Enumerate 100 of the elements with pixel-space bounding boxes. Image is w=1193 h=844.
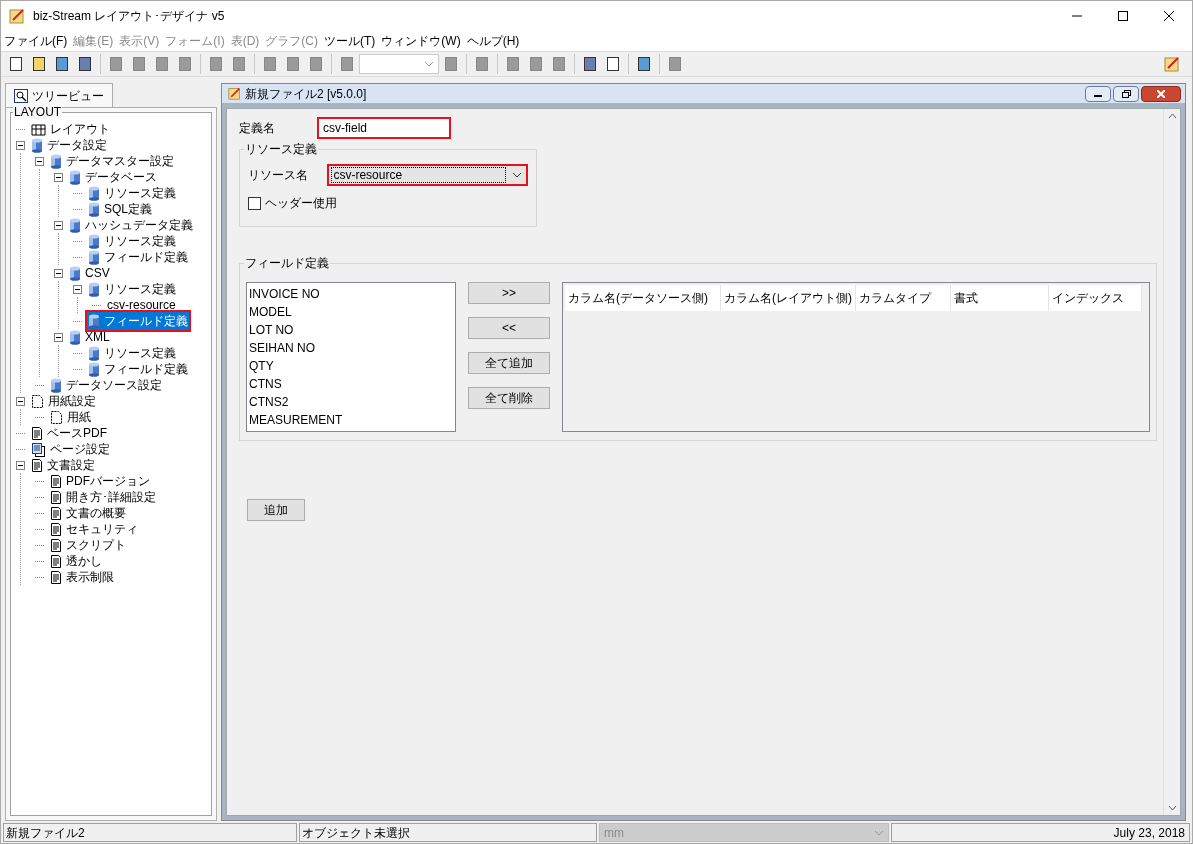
list-item[interactable]: QTY	[249, 357, 453, 375]
toolbar-icon	[285, 56, 301, 72]
minimize-button[interactable]	[1085, 85, 1111, 102]
toolbar-icon	[177, 56, 193, 72]
definition-name-field[interactable]: csv-field	[317, 117, 451, 139]
app-logo-icon	[9, 8, 25, 24]
database-icon	[88, 185, 100, 201]
tree-item[interactable]: フィールド定義	[87, 312, 189, 330]
toolbar-icon	[505, 56, 521, 72]
page-icon	[50, 409, 63, 425]
resource-name-dropdown[interactable]: csv-resource	[327, 164, 528, 186]
tree-item[interactable]: データ設定	[30, 136, 108, 154]
tree-item[interactable]: CSV	[68, 264, 111, 282]
header-checkbox-label: ヘッダー使用	[265, 195, 337, 212]
toolbar-icon	[31, 56, 47, 72]
transfer-button[interactable]: 全て追加	[468, 352, 550, 374]
toolbar-icon	[667, 56, 683, 72]
list-item[interactable]: MODEL	[249, 303, 453, 321]
tree-item[interactable]: リソース定義	[87, 184, 177, 202]
restore-icon	[1121, 89, 1131, 98]
transfer-button[interactable]: 全て削除	[468, 387, 550, 409]
database-icon	[88, 249, 100, 265]
collapse-toggle[interactable]	[73, 284, 82, 294]
chevron-down-icon	[512, 172, 522, 178]
database-icon	[88, 201, 100, 217]
list-item[interactable]: CTNS	[249, 375, 453, 393]
toolbar-icon	[54, 56, 70, 72]
toolbar-icon	[262, 56, 278, 72]
group-title: リソース定義	[244, 142, 318, 156]
column-header[interactable]: カラム名(レイアウト側)	[721, 285, 856, 311]
toolbar-icon	[231, 56, 247, 72]
transfer-button[interactable]: >>	[468, 282, 550, 304]
list-item[interactable]: CTNS2	[249, 393, 453, 411]
tree-item[interactable]: SQL定義	[87, 200, 153, 218]
scroll-up-icon	[1167, 113, 1177, 119]
tree-item[interactable]: データベース	[68, 168, 158, 186]
menu-item[interactable]: ヘルプ(H)	[463, 32, 523, 50]
close-button[interactable]	[1141, 85, 1181, 102]
vertical-scrollbar[interactable]	[1163, 109, 1180, 815]
collapse-toggle[interactable]	[54, 220, 63, 230]
list-item[interactable]: MEASUREMENT	[249, 411, 453, 429]
tree-item[interactable]: XML	[68, 328, 111, 346]
tree-item[interactable]: 用紙設定	[30, 392, 97, 410]
page-icon	[31, 393, 44, 409]
document-icon	[50, 505, 62, 521]
column-header[interactable]: 書式	[951, 285, 1049, 311]
menu-item[interactable]: ツール(T)	[321, 32, 379, 50]
tree-item[interactable]: データマスター設定	[49, 152, 175, 170]
tree-item[interactable]: データソース設定	[49, 376, 163, 394]
menu-item[interactable]: ファイル(F)	[1, 32, 71, 50]
database-icon	[69, 329, 81, 345]
collapse-toggle[interactable]	[16, 140, 25, 150]
collapse-toggle[interactable]	[54, 332, 63, 342]
document-logo-icon	[228, 87, 241, 100]
collapse-toggle[interactable]	[16, 396, 25, 406]
tree-item[interactable]: 表示制限	[49, 568, 115, 586]
tree-item[interactable]: フィールド定義	[87, 248, 189, 266]
table-icon	[31, 122, 46, 136]
document-icon	[50, 537, 62, 553]
column-header[interactable]: カラムタイプ	[856, 285, 951, 311]
toolbar-icon	[528, 56, 544, 72]
collapse-toggle[interactable]	[54, 268, 63, 278]
tree-item[interactable]: リソース定義	[87, 280, 177, 298]
header-checkbox[interactable]	[248, 196, 261, 210]
tree-item[interactable]: PDFバージョン	[49, 472, 151, 490]
list-item[interactable]: LOT NO	[249, 321, 453, 339]
tree-item[interactable]: 開き方･詳細設定	[49, 488, 157, 506]
tree-item[interactable]: リソース定義	[87, 232, 177, 250]
status-file: 新規ファイル2	[3, 823, 297, 842]
chevron-down-icon	[874, 829, 884, 836]
source-field-list[interactable]: INVOICE NO MODEL LOT NO SEIHAN NO QTY CTNS CTNS2 MEASUREMENT	[246, 282, 456, 432]
tree-view-tab[interactable]: ツリービュー	[5, 83, 113, 107]
list-item[interactable]: INVOICE NO	[249, 285, 453, 303]
tree-item[interactable]: 用紙	[49, 408, 92, 426]
tree-item[interactable]: ハッシュデータ定義	[68, 216, 194, 234]
database-icon	[88, 361, 100, 377]
restore-button[interactable]	[1113, 85, 1139, 102]
column-header[interactable]: インデックス	[1049, 285, 1142, 311]
column-header[interactable]: カラム名(データソース側)	[565, 285, 721, 311]
tree-item[interactable]: フィールド定義	[87, 360, 189, 378]
transfer-button[interactable]: <<	[468, 317, 550, 339]
menu-item[interactable]: ウィンドウ(W)	[378, 32, 464, 50]
list-item[interactable]: SEIHAN NO	[249, 339, 453, 357]
tree-item[interactable]: ページ設定	[30, 440, 111, 458]
tree-item[interactable]: スクリプト	[49, 536, 127, 554]
collapse-toggle[interactable]	[16, 460, 25, 470]
tree-item[interactable]: 文書設定	[30, 456, 96, 474]
tree-item[interactable]: 透かし	[49, 552, 103, 570]
tree-item[interactable]: レイアウト	[30, 120, 111, 138]
add-button[interactable]: 追加	[247, 499, 305, 521]
tree-item[interactable]: セキュリティ	[49, 520, 139, 538]
collapse-toggle[interactable]	[35, 156, 44, 166]
tree-item[interactable]: 文書の概要	[49, 504, 127, 522]
toolbar-icon	[551, 56, 567, 72]
database-icon	[88, 233, 100, 249]
collapse-toggle[interactable]	[54, 172, 63, 182]
toolbar-icon	[77, 56, 93, 72]
tree-item[interactable]: csv-resource	[106, 296, 177, 314]
tree-item[interactable]: リソース定義	[87, 344, 177, 362]
tree-item[interactable]: ベースPDF	[30, 424, 108, 442]
